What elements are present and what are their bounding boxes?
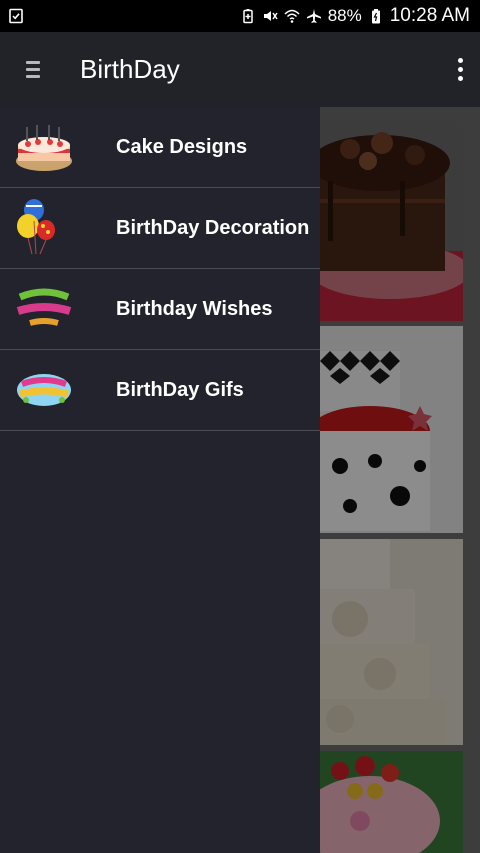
navigation-drawer: Cake Designs BirthDay Decoration Birthda…: [0, 107, 320, 853]
airplane-icon: [306, 9, 321, 23]
more-vert-icon[interactable]: [440, 32, 480, 107]
balloons-icon: [17, 199, 55, 255]
drawer-item-label: Cake Designs: [116, 135, 248, 158]
drawer-item-label: BirthDay Gifs: [116, 378, 244, 401]
app-title: BirthDay: [80, 54, 180, 84]
drawer-item-label: BirthDay Decoration: [116, 216, 310, 239]
happy-birthday-badge-icon: [17, 374, 71, 406]
happy-birthday-text-icon: [16, 288, 72, 326]
status-right: 88% 10:28 AM: [240, 5, 470, 27]
task-check-icon: [9, 8, 23, 24]
battery-percentage: 88%: [327, 6, 362, 25]
hamburger-menu-icon[interactable]: [0, 32, 64, 107]
battery-icon: [371, 9, 380, 24]
status-left: [8, 8, 24, 24]
status-clock: 10:28 AM: [389, 5, 470, 26]
app-bar: BirthDay: [0, 32, 480, 107]
wifi-icon: [284, 9, 300, 23]
drawer-item-cake-designs[interactable]: Cake Designs: [0, 107, 320, 188]
drawer-item-label: Birthday Wishes: [116, 297, 273, 320]
cake-icon: [16, 125, 72, 171]
drawer-item-birthday-wishes[interactable]: Birthday Wishes: [0, 269, 320, 350]
mute-icon: [263, 11, 278, 21]
drawer-item-birthday-decoration[interactable]: BirthDay Decoration: [0, 188, 320, 269]
drawer-item-birthday-gifs[interactable]: BirthDay Gifs: [0, 350, 320, 431]
status-bar: 88% 10:28 AM: [0, 0, 480, 32]
battery-saver-icon: [242, 9, 253, 24]
